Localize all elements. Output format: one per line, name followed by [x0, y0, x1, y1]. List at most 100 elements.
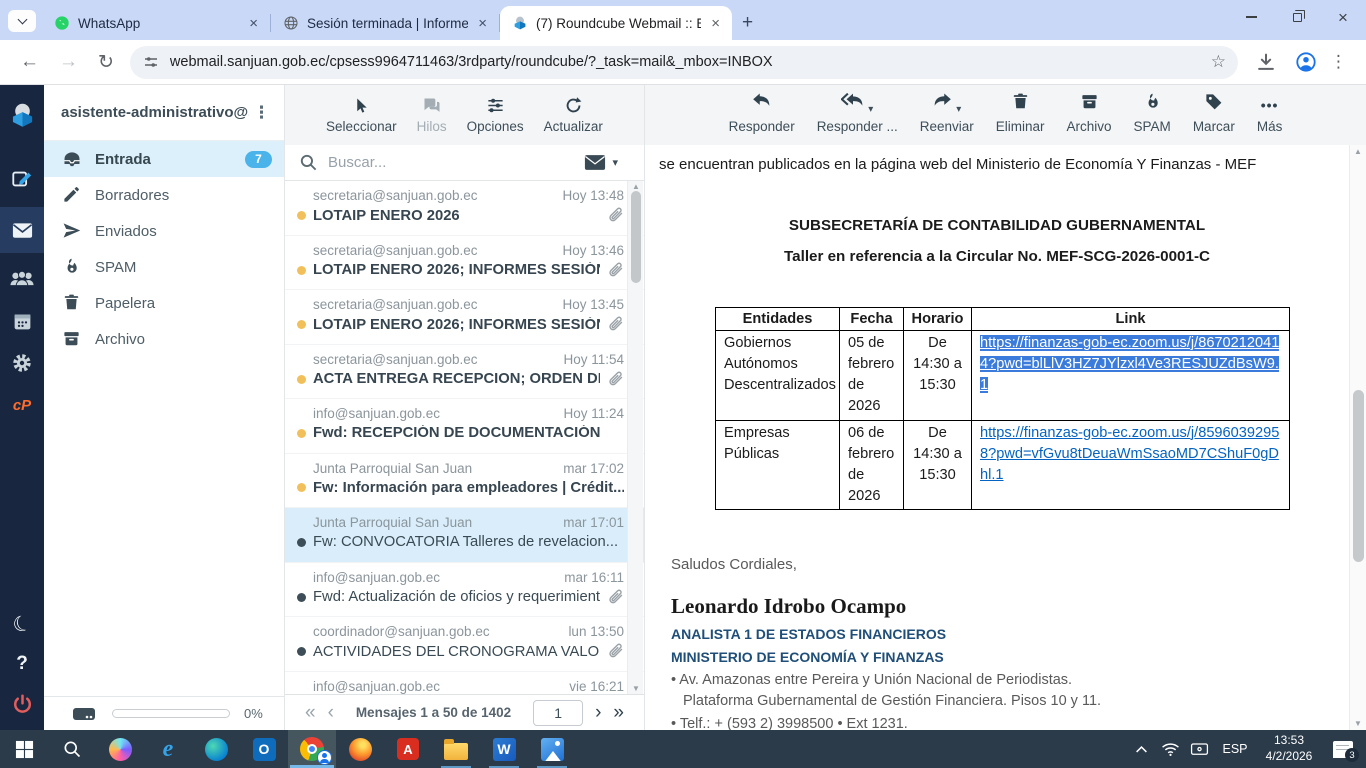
last-page-button[interactable]: »: [607, 703, 630, 722]
archive-button[interactable]: Archivo: [1067, 95, 1112, 134]
taskbar-photos-button[interactable]: [528, 730, 576, 768]
close-window-button[interactable]: ×: [1320, 0, 1366, 34]
caret-down-icon[interactable]: ▾: [868, 104, 873, 115]
wireless-display-icon[interactable]: [1185, 730, 1214, 768]
message-row[interactable]: secretaria@sanjuan.gob.ecHoy 13:48 LOTAI…: [285, 181, 644, 236]
browser-tab-roundcube[interactable]: (7) Roundcube Webmail :: Entra ×: [500, 6, 732, 40]
dark-mode-moon-icon[interactable]: ☾: [0, 598, 49, 650]
delete-button[interactable]: Eliminar: [996, 95, 1045, 134]
profile-icon[interactable]: [1295, 51, 1317, 73]
taskbar-clock[interactable]: 13:53 4/2/2026: [1256, 733, 1322, 764]
browser-menu-icon[interactable]: ⋮: [1326, 52, 1356, 72]
folder-papelera[interactable]: Papelera: [44, 285, 284, 321]
forward-button[interactable]: →: [49, 51, 88, 73]
options-button[interactable]: Opciones: [467, 95, 524, 134]
prev-page-button[interactable]: ‹: [322, 703, 340, 722]
close-icon[interactable]: ×: [245, 15, 262, 32]
unread-dot-icon[interactable]: [297, 375, 306, 384]
close-icon[interactable]: ×: [474, 15, 491, 32]
tray-chevron-up-icon[interactable]: [1127, 730, 1156, 768]
address-bar[interactable]: webmail.sanjuan.gob.ec/cpsess9964711463/…: [130, 46, 1238, 79]
site-info-icon[interactable]: [142, 53, 160, 71]
language-indicator[interactable]: ESP: [1214, 742, 1256, 756]
message-list-scrollbar[interactable]: ▲ ▼: [627, 181, 643, 694]
start-button[interactable]: [0, 730, 48, 768]
folder-spam[interactable]: SPAM: [44, 249, 284, 285]
refresh-button[interactable]: Actualizar: [544, 95, 603, 134]
message-row[interactable]: coordinador@sanjuan.gob.eclun 13:50 ACTI…: [285, 617, 644, 672]
scroll-down-icon[interactable]: ▼: [628, 684, 644, 693]
unread-dot-icon[interactable]: [297, 266, 306, 275]
reload-button[interactable]: ↻: [88, 51, 124, 74]
taskbar-firefox-button[interactable]: [336, 730, 384, 768]
taskbar-word-button[interactable]: W: [480, 730, 528, 768]
taskbar-file-explorer-button[interactable]: [432, 730, 480, 768]
threads-button[interactable]: Hilos: [417, 95, 447, 134]
reading-pane-scrollbar[interactable]: ▲ ▼: [1349, 145, 1366, 730]
browser-tab-whatsapp[interactable]: WhatsApp ×: [42, 6, 270, 40]
spam-button[interactable]: SPAM: [1134, 95, 1171, 134]
unread-dot-icon[interactable]: [297, 483, 306, 492]
unread-dot-icon[interactable]: [297, 211, 306, 220]
folder-enviados[interactable]: Enviados: [44, 213, 284, 249]
restore-button[interactable]: [1274, 0, 1320, 34]
folder-archivo[interactable]: Archivo: [44, 321, 284, 357]
taskbar-edge-button[interactable]: [192, 730, 240, 768]
compose-icon[interactable]: [0, 159, 44, 199]
wifi-icon[interactable]: [1156, 730, 1185, 768]
scrollbar-thumb[interactable]: [631, 191, 641, 283]
caret-down-icon[interactable]: ▾: [956, 104, 961, 115]
first-page-button[interactable]: «: [299, 703, 322, 722]
taskbar-chrome-button[interactable]: [288, 730, 336, 768]
message-row-selected[interactable]: Junta Parroquial San Juanmar 17:01 Fw: C…: [285, 508, 644, 563]
page-number-input[interactable]: [533, 700, 583, 726]
message-row[interactable]: Junta Parroquial San Juanmar 17:02 Fw: I…: [285, 454, 644, 509]
unread-dot-icon[interactable]: [297, 429, 306, 438]
notification-center-button[interactable]: 3: [1322, 730, 1364, 768]
envelope-icon[interactable]: [584, 154, 606, 171]
message-row[interactable]: info@sanjuan.gob.ecmar 16:11 Fwd: Actual…: [285, 563, 644, 618]
search-input[interactable]: [328, 154, 578, 171]
scrollbar-thumb[interactable]: [1353, 390, 1364, 562]
folder-borradores[interactable]: Borradores: [44, 177, 284, 213]
logout-power-icon[interactable]: [0, 684, 44, 724]
message-row[interactable]: info@sanjuan.gob.ecHoy 11:24 Fwd: RECEPC…: [285, 399, 644, 454]
taskbar-outlook-button[interactable]: O: [240, 730, 288, 768]
message-row[interactable]: secretaria@sanjuan.gob.ecHoy 13:46 LOTAI…: [285, 236, 644, 291]
account-menu-icon[interactable]: ⋮: [249, 103, 274, 123]
mail-icon[interactable]: [0, 207, 44, 253]
unread-dot-icon[interactable]: [297, 320, 306, 329]
folder-entrada[interactable]: Entrada 7: [44, 141, 284, 177]
zoom-link[interactable]: https://finanzas-gob-ec.zoom.us/j/859603…: [980, 425, 1279, 483]
zoom-link-selected[interactable]: https://finanzas-gob-ec.zoom.us/j/867021…: [980, 335, 1279, 393]
taskbar-copilot-button[interactable]: [96, 730, 144, 768]
browser-tab-informes[interactable]: Sesión terminada | Informes Me ×: [271, 6, 499, 40]
scroll-up-icon[interactable]: ▲: [628, 182, 644, 191]
message-row[interactable]: secretaria@sanjuan.gob.ecHoy 13:45 LOTAI…: [285, 290, 644, 345]
read-dot-icon[interactable]: [297, 538, 306, 547]
close-icon[interactable]: ×: [707, 15, 724, 32]
read-dot-icon[interactable]: [297, 593, 306, 602]
new-tab-button[interactable]: +: [732, 12, 763, 34]
scroll-up-icon[interactable]: ▲: [1350, 147, 1366, 156]
tab-search-button[interactable]: [8, 10, 36, 32]
forward-button[interactable]: ▾ Reenviar: [920, 95, 974, 134]
minimize-button[interactable]: [1228, 0, 1274, 34]
cpanel-icon[interactable]: cP: [0, 385, 44, 425]
settings-gear-icon[interactable]: [0, 343, 44, 383]
message-row[interactable]: info@sanjuan.gob.ecvie 16:21: [285, 672, 644, 695]
bookmark-star-icon[interactable]: ☆: [1211, 52, 1226, 72]
next-page-button[interactable]: ›: [589, 703, 607, 722]
read-dot-icon[interactable]: [297, 647, 306, 656]
scroll-down-icon[interactable]: ▼: [1350, 719, 1366, 728]
taskbar-search-button[interactable]: [48, 730, 96, 768]
taskbar-acrobat-button[interactable]: A: [384, 730, 432, 768]
select-button[interactable]: Seleccionar: [326, 95, 397, 134]
calendar-icon[interactable]: [0, 301, 44, 341]
message-row[interactable]: secretaria@sanjuan.gob.ecHoy 11:54 ACTA …: [285, 345, 644, 400]
search-scope-caret-icon[interactable]: ▾: [612, 156, 618, 169]
url-text[interactable]: webmail.sanjuan.gob.ec/cpsess9964711463/…: [170, 54, 1203, 70]
taskbar-internet-explorer-button[interactable]: e: [144, 730, 192, 768]
more-button[interactable]: ••• Más: [1257, 95, 1283, 134]
back-button[interactable]: ←: [10, 51, 49, 73]
